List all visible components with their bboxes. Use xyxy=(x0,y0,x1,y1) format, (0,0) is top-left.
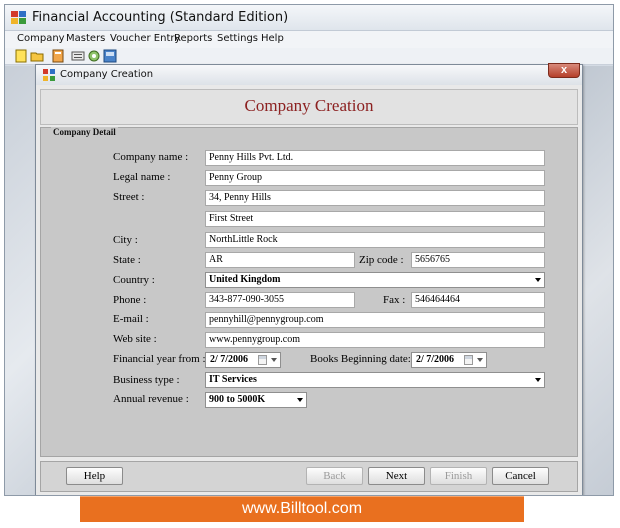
company-name-label: Company name : xyxy=(113,151,189,163)
banner-url[interactable]: www.Billtool.com xyxy=(80,500,524,518)
business-type-value: IT Services xyxy=(209,374,257,385)
dialog-titlebar: Company Creation x xyxy=(36,63,582,85)
country-select[interactable]: United Kingdom xyxy=(205,272,545,288)
business-type-label: Business type : xyxy=(113,374,180,386)
fax-label: Fax : xyxy=(383,294,406,306)
city-label: City : xyxy=(113,234,138,246)
company-name-field[interactable]: Penny Hills Pvt. Ltd. xyxy=(205,150,545,166)
open-company-icon[interactable] xyxy=(30,49,44,63)
app-titlebar: Financial Accounting (Standard Edition) xyxy=(5,5,613,31)
chevron-down-icon xyxy=(477,358,483,362)
books-beginning-date-value: 2/ 7/2006 xyxy=(416,354,455,365)
cancel-button[interactable]: Cancel xyxy=(492,467,549,485)
chevron-down-icon xyxy=(535,278,541,282)
app-logo-icon xyxy=(11,11,26,24)
phone-field[interactable]: 343-877-090-3055 xyxy=(205,292,355,308)
zip-code-field[interactable]: 5656765 xyxy=(411,252,545,268)
toolbar xyxy=(5,48,613,65)
street-line1-field[interactable]: 34, Penny Hills xyxy=(205,190,545,206)
menu-voucher-entry[interactable]: Voucher Entry xyxy=(110,33,180,44)
dialog-app-icon xyxy=(43,69,55,81)
menu-masters[interactable]: Masters xyxy=(66,33,105,44)
next-button[interactable]: Next xyxy=(368,467,425,485)
website-field[interactable]: www.pennygroup.com xyxy=(205,332,545,348)
email-label: E-mail : xyxy=(113,313,149,325)
page-title: Company Creation xyxy=(244,96,374,115)
dialog-footer: Help Back Next Finish Cancel xyxy=(40,461,578,492)
financial-year-label: Financial year from : xyxy=(113,353,206,365)
annual-revenue-select[interactable]: 900 to 5000K xyxy=(205,392,307,408)
settings-icon[interactable] xyxy=(87,49,101,63)
calculator-icon[interactable] xyxy=(51,49,65,63)
app-window: Financial Accounting (Standard Edition) … xyxy=(4,4,614,496)
annual-revenue-value: 900 to 5000K xyxy=(209,394,266,405)
app-title: Financial Accounting (Standard Edition) xyxy=(32,10,289,25)
company-creation-dialog: Company Creation x Company Creation Comp… xyxy=(35,63,583,495)
state-field[interactable]: AR xyxy=(205,252,355,268)
phone-label: Phone : xyxy=(113,294,147,306)
books-beginning-label: Books Beginning date: xyxy=(310,353,411,365)
chevron-down-icon xyxy=(297,398,303,402)
calendar-icon xyxy=(464,355,473,365)
menu-company[interactable]: Company xyxy=(17,33,65,44)
group-title: Company Detail xyxy=(51,127,118,137)
chevron-down-icon xyxy=(271,358,277,362)
business-type-select[interactable]: IT Services xyxy=(205,372,545,388)
street-line2-field[interactable]: First Street xyxy=(205,211,545,227)
financial-year-date-value: 2/ 7/2006 xyxy=(210,354,249,365)
help-button[interactable]: Help xyxy=(66,467,123,485)
annual-revenue-label: Annual revenue : xyxy=(113,393,189,405)
city-field[interactable]: NorthLittle Rock xyxy=(205,232,545,248)
country-label: Country : xyxy=(113,274,155,286)
new-company-icon[interactable] xyxy=(14,49,28,63)
menu-settings[interactable]: Settings xyxy=(217,33,258,44)
close-button[interactable]: x xyxy=(548,63,580,78)
legal-name-field[interactable]: Penny Group xyxy=(205,170,545,186)
country-select-value: United Kingdom xyxy=(209,274,281,285)
menubar: Company Masters Voucher Entry Reports Se… xyxy=(5,31,613,48)
website-label: Web site : xyxy=(113,333,157,345)
state-label: State : xyxy=(113,254,141,266)
company-detail-group: Company Detail Company name : Penny Hill… xyxy=(40,127,578,457)
fax-field[interactable]: 546464464 xyxy=(411,292,545,308)
books-beginning-date-picker[interactable]: 2/ 7/2006 xyxy=(411,352,487,368)
website-banner: www.Billtool.com xyxy=(80,496,524,522)
chevron-down-icon xyxy=(535,378,541,382)
menu-reports[interactable]: Reports xyxy=(174,33,212,44)
financial-year-date-picker[interactable]: 2/ 7/2006 xyxy=(205,352,281,368)
street-label: Street : xyxy=(113,191,145,203)
header-panel: Company Creation xyxy=(40,89,578,125)
dialog-title: Company Creation xyxy=(60,69,154,80)
calendar-icon xyxy=(258,355,267,365)
report-icon[interactable] xyxy=(71,49,85,63)
back-button[interactable]: Back xyxy=(306,467,363,485)
export-icon[interactable] xyxy=(103,49,117,63)
menu-help[interactable]: Help xyxy=(261,33,284,44)
legal-name-label: Legal name : xyxy=(113,171,171,183)
email-field[interactable]: pennyhill@pennygroup.com xyxy=(205,312,545,328)
finish-button[interactable]: Finish xyxy=(430,467,487,485)
zip-code-label: Zip code : xyxy=(359,254,404,266)
